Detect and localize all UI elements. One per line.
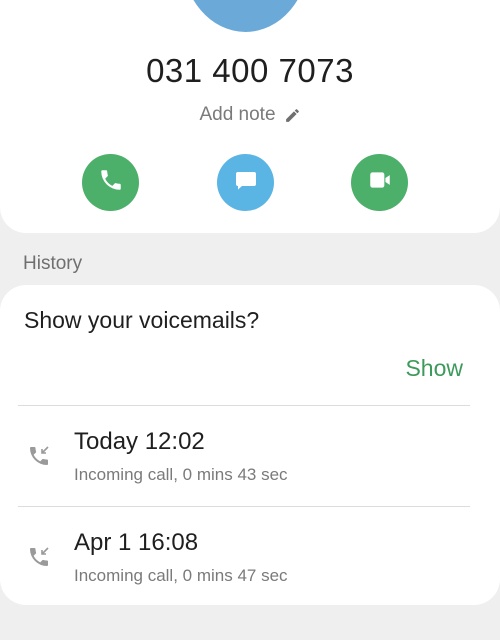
history-card: Show your voicemails? Show Today 12:02 I…: [0, 285, 500, 605]
incoming-call-icon: [27, 444, 51, 473]
voicemail-prompt: Show your voicemails?: [24, 307, 260, 333]
phone-number: 031 400 7073: [146, 52, 354, 89]
call-details: Incoming call, 0 mins 43 sec: [74, 465, 288, 484]
pencil-icon: [284, 107, 301, 124]
add-note-button[interactable]: Add note: [0, 104, 500, 126]
call-time: Apr 1 16:08: [74, 529, 199, 556]
divider: [18, 506, 470, 507]
message-icon: [234, 168, 258, 197]
avatar[interactable]: [182, 0, 309, 32]
phone-icon: [98, 167, 124, 198]
call-button[interactable]: [82, 154, 139, 211]
history-section-label: History: [23, 253, 83, 274]
message-button[interactable]: [217, 154, 274, 211]
video-icon: [367, 167, 393, 198]
call-history-item[interactable]: Today 12:02 Incoming call, 0 mins 43 sec: [0, 428, 500, 498]
call-time: Today 12:02: [74, 428, 205, 455]
contact-header-card: 031 400 7073 Add note: [0, 0, 500, 233]
call-history-item[interactable]: Apr 1 16:08 Incoming call, 0 mins 47 sec: [0, 529, 500, 599]
show-voicemails-button[interactable]: Show: [405, 355, 463, 382]
call-details: Incoming call, 0 mins 47 sec: [74, 566, 288, 585]
incoming-call-icon: [27, 545, 51, 574]
divider: [18, 405, 470, 406]
add-note-label: Add note: [199, 104, 276, 125]
video-call-button[interactable]: [351, 154, 408, 211]
